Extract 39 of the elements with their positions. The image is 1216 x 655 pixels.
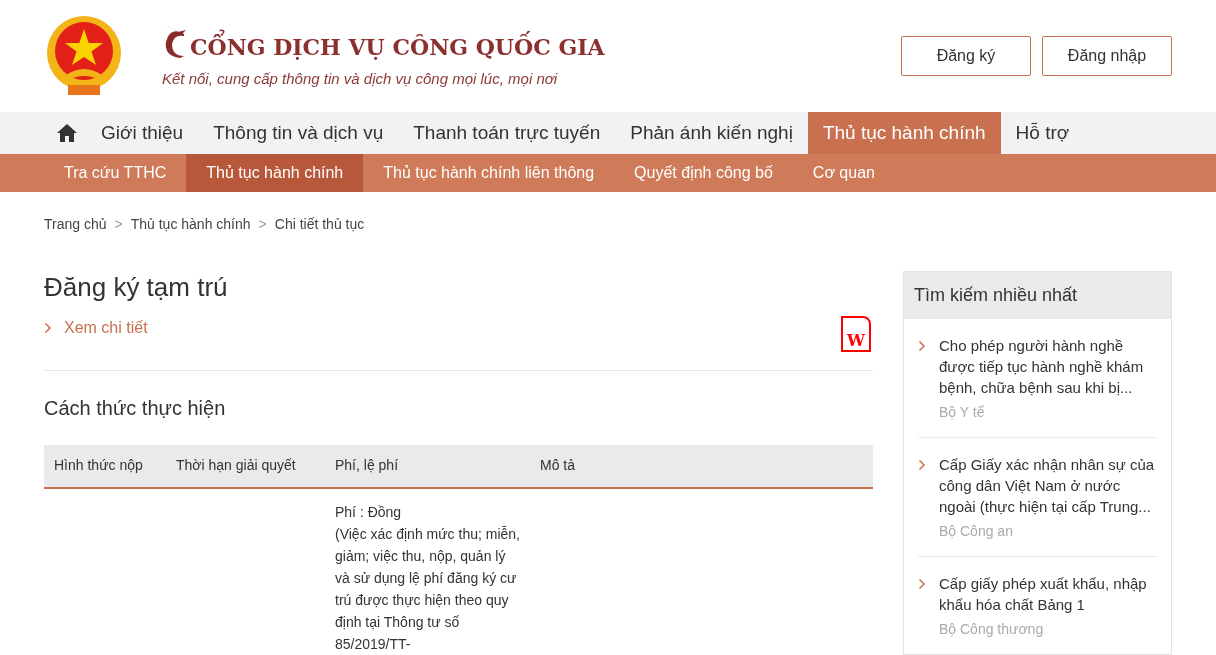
site-title: CỔNG DỊCH VỤ CÔNG QUỐC GIA bbox=[190, 31, 605, 62]
main-nav-tab[interactable]: Thủ tục hành chính bbox=[807, 112, 1001, 154]
agency-name: Bộ Y tế bbox=[939, 403, 986, 422]
sidebar-item-link[interactable]: Cho phép người hành nghề được tiếp tục hành nghề khám bệnh, chữa bệnh sau khi bị... bbox=[939, 335, 1157, 398]
breadcrumb-link[interactable]: Chi tiết thủ tục bbox=[274, 214, 365, 235]
sub-nav-tab[interactable]: Thủ tục hành chính bbox=[186, 154, 364, 192]
main-nav-tab[interactable]: Hỗ trợ bbox=[1000, 112, 1085, 154]
main-nav-tab[interactable]: Thông tin và dịch vụ bbox=[198, 112, 399, 154]
column-header: Thời hạn giải quyết bbox=[166, 444, 325, 488]
column-header: Phí, lệ phí bbox=[325, 444, 530, 488]
main-nav-tab[interactable]: Phản ánh kiến nghị bbox=[615, 112, 808, 154]
details-link[interactable]: Xem chi tiết bbox=[64, 315, 148, 340]
chevron-right-icon bbox=[918, 459, 926, 471]
agency-name: Bộ Công an bbox=[939, 522, 1014, 541]
main-nav-tab[interactable]: Giới thiệu bbox=[86, 112, 199, 154]
column-header: Hình thức nộp bbox=[44, 444, 166, 488]
column-header: Mô tả bbox=[530, 444, 873, 488]
main-nav-tab[interactable]: Thanh toán trực tuyến bbox=[398, 112, 616, 154]
chevron-right-icon bbox=[918, 578, 926, 590]
section-title: Cách thức thực hiện bbox=[44, 395, 227, 421]
register-button[interactable]: Đăng ký bbox=[901, 36, 1031, 76]
chevron-right-icon bbox=[44, 321, 52, 334]
sidebar-item-link[interactable]: Cấp giấy phép xuất khẩu, nhập khẩu hóa chất Bảng 1 bbox=[939, 573, 1157, 615]
home-icon[interactable] bbox=[56, 123, 78, 143]
sidebar-item-link[interactable]: Cấp Giấy xác nhận nhân sự của công dân Việt Nam ở nước ngoài (thực hiện tại cấp Trung... bbox=[939, 454, 1157, 517]
sidebar-title: Tìm kiếm nhiều nhất bbox=[904, 272, 1171, 319]
agency-name: Bộ Công thương bbox=[939, 620, 1045, 639]
site-slogan: Kết nối, cung cấp thông tin và dịch vụ công mọi lúc, mọi nơi bbox=[162, 68, 559, 89]
fee-note: (Việc xác định mức thu; miễn, giảm; việc thu, nộp, quản lý và sử dụng lệ phí đăng ký cư trú được thực hiện theo quy định tại Thông tư số 85/2019/TT- bbox=[335, 524, 520, 654]
breadcrumb-link[interactable]: Thủ tục hành chính bbox=[130, 214, 251, 235]
procedure-title: Đăng ký tạm trú bbox=[44, 271, 229, 304]
fee-value: Phí : Đồng bbox=[335, 502, 403, 522]
login-button[interactable]: Đăng nhập bbox=[1042, 36, 1172, 76]
breadcrumb-separator: > bbox=[258, 215, 267, 234]
breadcrumb-link[interactable]: Trang chủ bbox=[44, 214, 107, 235]
breadcrumb-separator: > bbox=[114, 215, 123, 234]
national-emblem-icon bbox=[44, 15, 124, 97]
word-document-icon[interactable]: W bbox=[841, 315, 871, 352]
chevron-right-icon bbox=[918, 340, 926, 352]
